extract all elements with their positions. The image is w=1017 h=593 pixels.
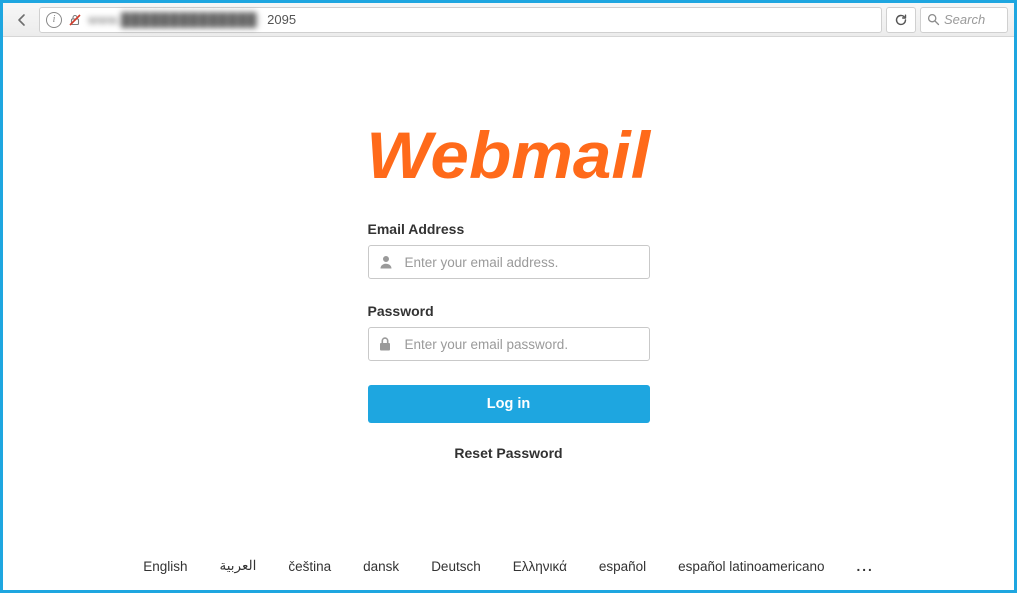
browser-chrome: i www.██████████████: 2095 Search [3,3,1014,37]
login-button[interactable]: Log in [368,385,650,423]
lang-item[interactable]: español [599,559,646,574]
logo: Webmail [373,117,643,193]
lock-icon [378,336,392,352]
insecure-icon [68,13,82,27]
reset-password: Reset Password [368,445,650,463]
password-input-group [368,327,650,361]
password-field[interactable] [368,327,650,361]
lang-more[interactable]: ... [857,559,874,574]
logo-text: Webmail [367,117,651,193]
lang-item[interactable]: English [143,559,187,574]
lang-item[interactable]: Deutsch [431,559,481,574]
url-host: www.██████████████: [88,12,261,27]
email-label: Email Address [368,221,650,237]
info-icon[interactable]: i [46,12,62,28]
arrow-left-icon [14,12,30,28]
reload-icon [894,13,908,27]
url-port: 2095 [267,12,296,27]
language-bar: English العربية čeština dansk Deutsch Ελ… [3,558,1014,574]
lang-item[interactable]: العربية [219,558,256,574]
url-bar[interactable]: i www.██████████████: 2095 [39,7,882,33]
email-input-group [368,245,650,279]
password-label: Password [368,303,650,319]
reload-button[interactable] [886,7,916,33]
search-icon [927,13,940,26]
user-icon [378,254,394,270]
browser-search[interactable]: Search [920,7,1008,33]
email-field[interactable] [368,245,650,279]
lang-item[interactable]: čeština [288,559,331,574]
back-button[interactable] [9,7,35,33]
reset-password-link[interactable]: Reset Password [454,445,562,461]
lang-item[interactable]: dansk [363,559,399,574]
lang-item[interactable]: Ελληνικά [513,559,567,574]
login-form: Email Address Password Log in Reset Pass… [368,221,650,463]
page-content: Webmail Email Address Password Log in Re… [3,37,1014,590]
lang-item[interactable]: español latinoamericano [678,559,824,574]
search-placeholder: Search [944,12,985,27]
